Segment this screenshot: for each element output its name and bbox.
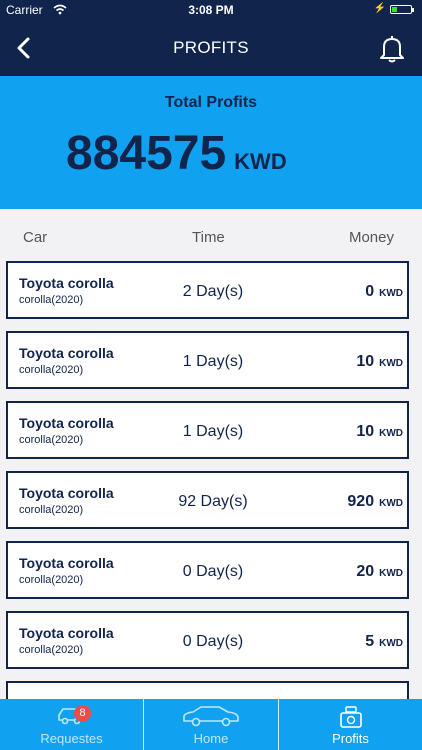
tab-label: Requestes <box>40 731 103 746</box>
car-name: Toyota corolla <box>19 485 114 501</box>
page-title: PROFITS <box>173 38 249 57</box>
status-bar: Carrier 3:08 PM ⚡ <box>0 0 422 20</box>
tab-bar: 8 Requestes Home Profits <box>0 699 422 750</box>
total-currency: KWD <box>234 149 287 174</box>
car-model: corolla(2020) <box>19 574 84 586</box>
tab-label: Profits <box>332 731 369 746</box>
car-model: corolla(2020) <box>19 434 84 446</box>
tab-home[interactable]: Home <box>144 699 278 750</box>
requests-badge: 8 <box>74 705 91 722</box>
car-icon <box>183 706 239 727</box>
rental-duration: 92 Day(s) <box>178 493 248 510</box>
profit-currency: KWD <box>379 358 403 369</box>
profits-list[interactable]: Toyota corolla corolla(2020) 2 Day(s) 0K… <box>0 261 422 699</box>
profit-value: 20 <box>356 563 375 580</box>
profit-currency: KWD <box>379 498 403 509</box>
car-model: corolla(2020) <box>19 294 84 306</box>
list-item[interactable]: Toyota corolla corolla(2020) 1 Day(s) 10… <box>6 401 409 459</box>
car-name: Toyota corolla <box>19 275 114 291</box>
column-headers: Car Time Money <box>0 209 422 261</box>
charging-icon: ⚡ <box>373 3 386 14</box>
total-profits-value: 884575 KWD <box>66 126 287 181</box>
profit-amount: 0 KWD <box>365 283 403 301</box>
profit-value: 920 <box>347 493 375 510</box>
profit-amount: 5 KWD <box>365 633 403 651</box>
profit-currency: KWD <box>379 568 403 579</box>
car-model: corolla(2020) <box>19 504 84 516</box>
profit-amount: 10 KWD <box>356 353 403 371</box>
car-model: corolla(2020) <box>19 644 84 656</box>
profit-value: 0 <box>365 283 375 300</box>
tab-profits[interactable]: Profits <box>279 699 422 750</box>
rental-duration: 0 Day(s) <box>182 633 244 650</box>
battery-level <box>392 7 398 12</box>
car-name: Toyota corolla <box>19 415 114 431</box>
car-name: Toyota corolla <box>19 625 114 641</box>
profit-currency: KWD <box>379 288 403 299</box>
total-profits-panel: Total Profits 884575 KWD <box>0 76 422 209</box>
list-item[interactable]: Toyota corolla corolla(2020) 0 Day(s) 5K… <box>6 611 409 669</box>
tab-label: Home <box>193 731 229 746</box>
clock: 3:08 PM <box>188 3 234 17</box>
rental-duration: 1 Day(s) <box>182 423 244 440</box>
nav-bar: PROFITS <box>0 20 422 76</box>
car-model: corolla(2020) <box>19 364 84 376</box>
profit-currency: KWD <box>379 638 403 649</box>
column-time: Time <box>192 229 225 246</box>
total-profits-title: Total Profits <box>164 94 258 111</box>
profit-amount: 20 KWD <box>356 563 403 581</box>
column-car: Car <box>23 229 48 246</box>
rental-duration: 0 Day(s) <box>182 563 244 580</box>
profit-currency: KWD <box>379 428 403 439</box>
profit-amount: 920 KWD <box>347 493 403 511</box>
list-item[interactable]: Toyota corolla corolla(2020) 92 Day(s) 9… <box>6 471 409 529</box>
total-amount: 884575 <box>66 127 227 180</box>
profit-value: 5 <box>365 633 375 650</box>
list-item[interactable]: Toyota corolla corolla(2020) 0 Day(s) 20… <box>6 541 409 599</box>
bell-icon <box>380 36 404 63</box>
rental-duration: 1 Day(s) <box>182 353 244 370</box>
list-item[interactable]: Toyota corolla corolla(2020) 1 Day(s) 10… <box>6 331 409 389</box>
notifications-button[interactable] <box>378 34 406 64</box>
car-name: Toyota corolla <box>19 345 114 361</box>
battery-icon <box>390 5 414 14</box>
tab-requests[interactable]: 8 Requestes <box>0 699 143 750</box>
profit-value: 10 <box>356 353 375 370</box>
list-item-partial[interactable] <box>6 681 409 699</box>
money-icon <box>339 706 362 728</box>
car-name: Toyota corolla <box>19 555 114 571</box>
column-money: Money <box>348 229 394 246</box>
profit-value: 10 <box>356 423 375 440</box>
rental-duration: 2 Day(s) <box>182 283 244 300</box>
list-item[interactable]: Toyota corolla corolla(2020) 2 Day(s) 0K… <box>6 261 409 319</box>
profit-amount: 10 KWD <box>356 423 403 441</box>
